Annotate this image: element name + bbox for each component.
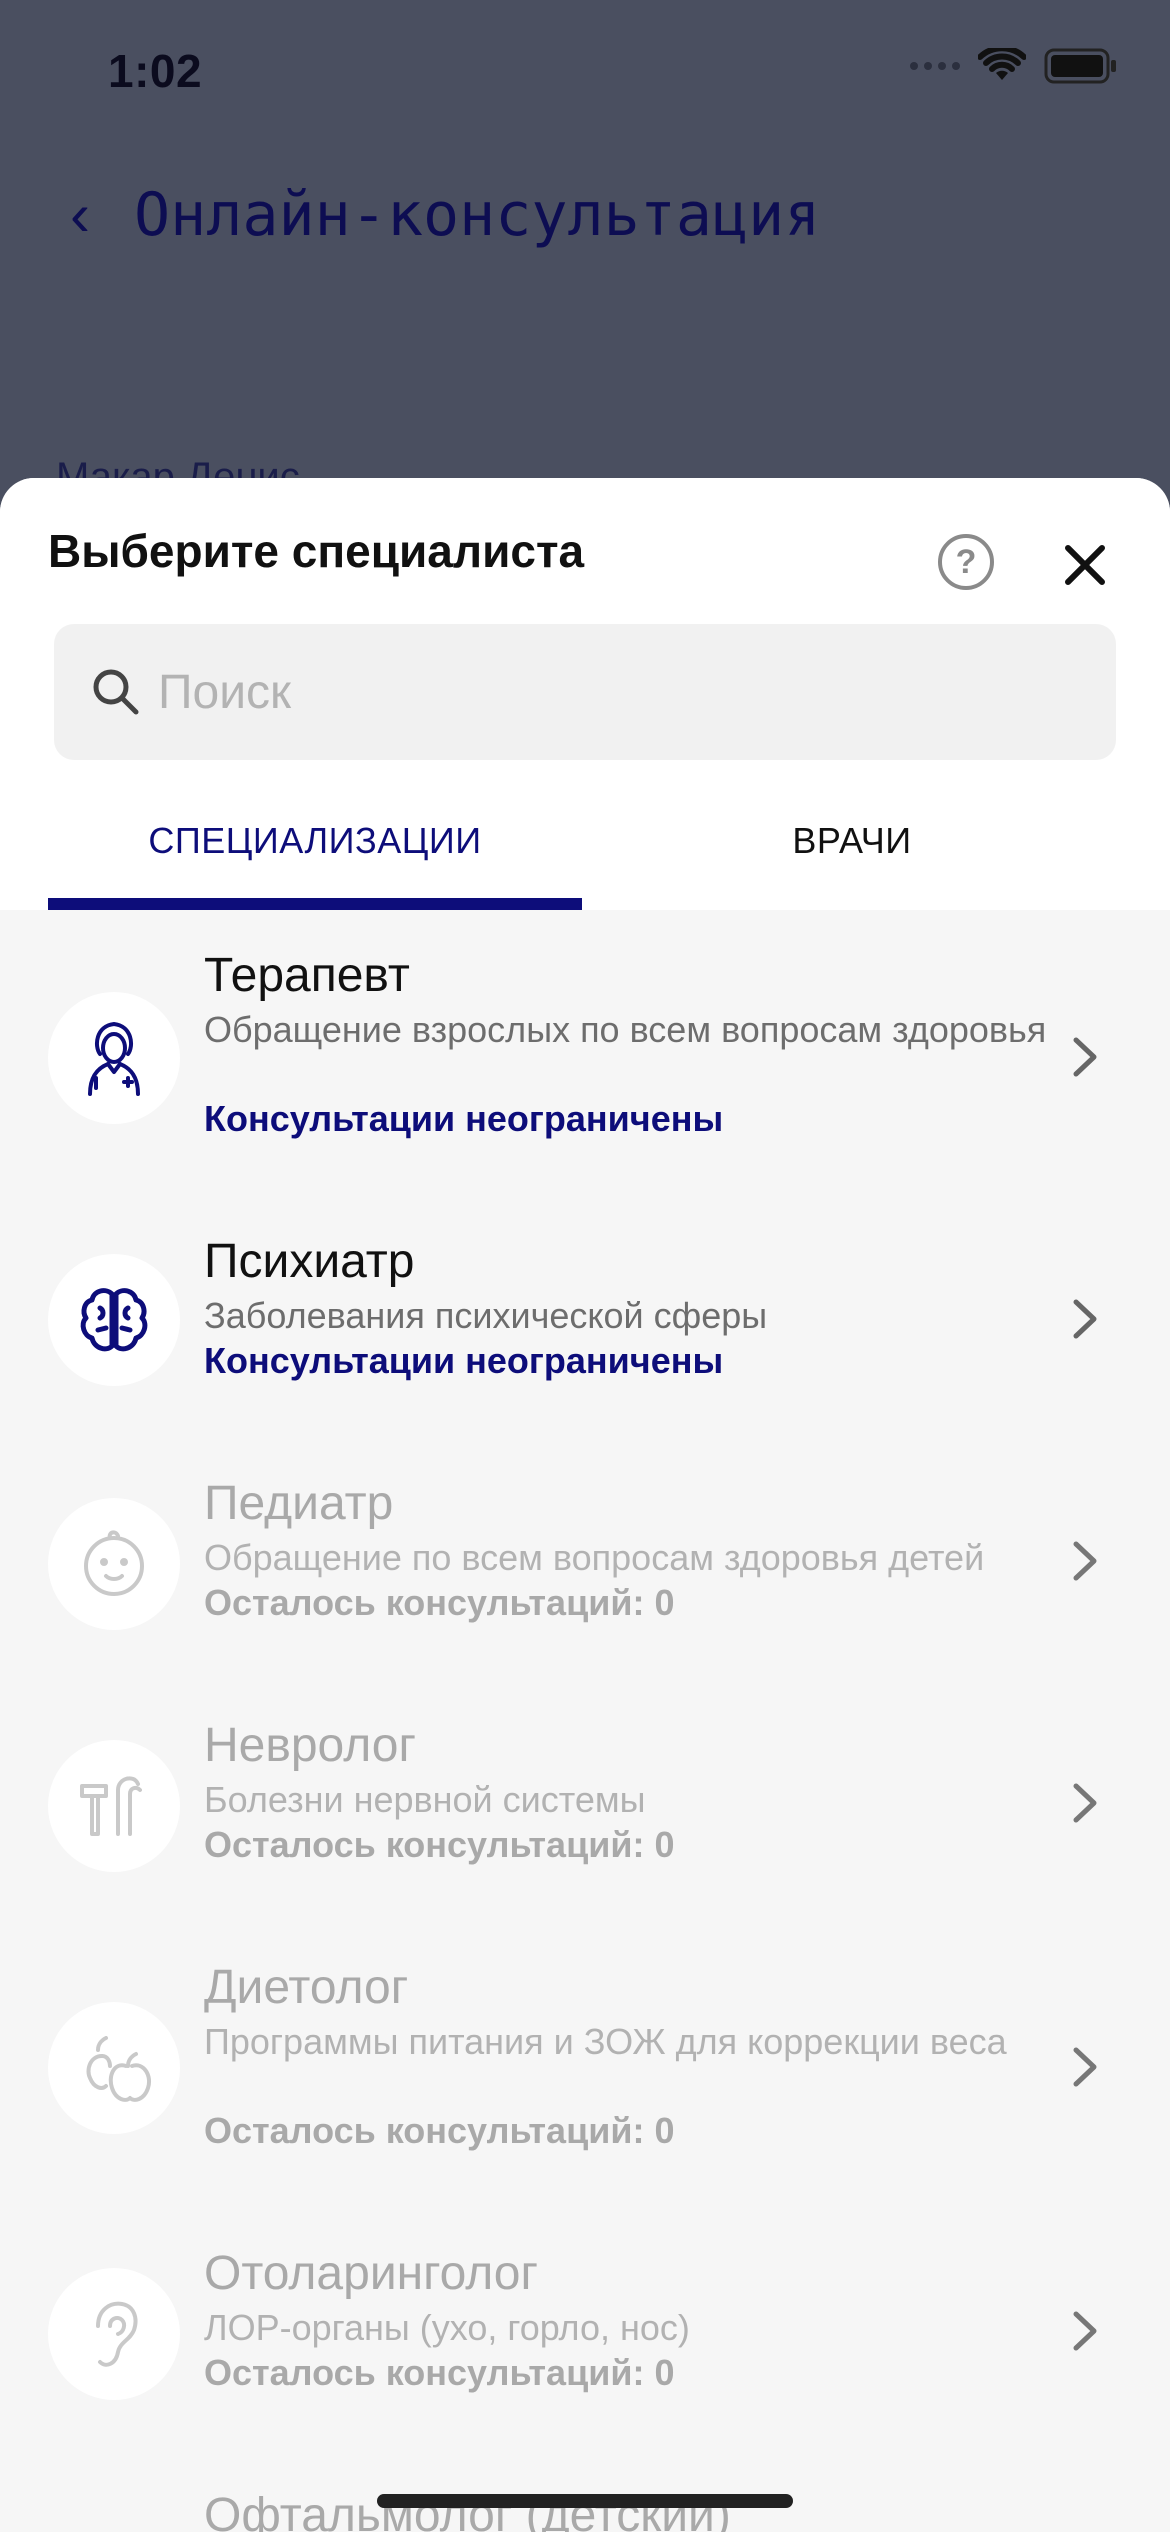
- status-icons: [910, 48, 1118, 84]
- item-name: Отоларинголог: [204, 2247, 538, 2300]
- search-icon: [93, 669, 139, 715]
- baby-face-icon: [48, 1498, 180, 1630]
- chevron-right-icon: [1073, 1541, 1097, 1581]
- home-indicator[interactable]: [377, 2494, 793, 2508]
- search-bar[interactable]: [54, 624, 1116, 760]
- search-input[interactable]: [158, 654, 1058, 730]
- sheet-title: Выберите специалиста: [48, 525, 585, 577]
- sheet-header: Выберите специалиста ? СПЕЦИАЛИЗАЦИИ ВРА…: [0, 478, 1170, 910]
- item-status: Осталось консультаций: 0: [204, 1824, 675, 1865]
- ear-icon: [48, 2268, 180, 2400]
- item-status: Консультации неограничены: [204, 1098, 724, 1139]
- back-icon[interactable]: ‹: [70, 185, 90, 245]
- item-status: Консультации неограничены: [204, 1340, 724, 1381]
- cellular-signal-icon: [910, 62, 960, 70]
- chevron-right-icon: [1073, 2047, 1097, 2087]
- reflex-hammer-icon: [48, 1740, 180, 1872]
- chevron-right-icon: [1073, 1037, 1097, 1077]
- item-description: Обращение по всем вопросам здоровья дете…: [204, 1537, 985, 1578]
- item-name: Педиатр: [204, 1477, 394, 1530]
- item-name: Невролог: [204, 1719, 416, 1772]
- item-status: Осталось консультаций: 0: [204, 2352, 675, 2393]
- list-item-neurologist[interactable]: Невролог Болезни нервной системы Осталос…: [0, 1718, 1170, 1918]
- list-item-psychiatrist[interactable]: Психиатр Заболевания психической сферы К…: [0, 1234, 1170, 1434]
- active-tab-indicator: [48, 898, 582, 910]
- item-description: Болезни нервной системы: [204, 1779, 646, 1820]
- status-time: 1:02: [108, 45, 203, 97]
- help-icon[interactable]: ?: [938, 534, 994, 590]
- chevron-right-icon: [1073, 2311, 1097, 2351]
- item-description: Обращение взрослых по всем вопросам здор…: [204, 1009, 1047, 1050]
- item-description: Заболевания психической сферы: [204, 1295, 768, 1336]
- page-title: Онлайн-консультация: [133, 180, 821, 250]
- list-item-dietitian[interactable]: Диетолог Программы питания и ЗОЖ для кор…: [0, 1960, 1170, 2200]
- doctor-icon: [48, 992, 180, 1124]
- tab-specializations[interactable]: СПЕЦИАЛИЗАЦИИ: [48, 780, 582, 902]
- chevron-right-icon: [1073, 1299, 1097, 1339]
- tabs: СПЕЦИАЛИЗАЦИИ ВРАЧИ: [0, 788, 1170, 910]
- brain-icon: [48, 1254, 180, 1386]
- item-name: Терапевт: [204, 949, 410, 1002]
- apple-pear-icon: [48, 2002, 180, 2134]
- tab-doctors[interactable]: ВРАЧИ: [582, 780, 1122, 902]
- list-item-otolaryngologist[interactable]: Отоларинголог ЛОР-органы (ухо, горло, но…: [0, 2246, 1170, 2446]
- item-description: ЛОР-органы (ухо, горло, нос): [204, 2307, 690, 2348]
- item-status: Осталось консультаций: 0: [204, 1582, 675, 1623]
- list-item-pediatrician[interactable]: Педиатр Обращение по всем вопросам здоро…: [0, 1476, 1170, 1676]
- background-header: ‹ Онлайн-консультация: [70, 180, 820, 250]
- item-name: Психиатр: [204, 1235, 415, 1288]
- battery-icon: [1044, 48, 1116, 84]
- chevron-right-icon: [1073, 1783, 1097, 1823]
- wifi-icon: [978, 48, 1026, 80]
- list-item-therapist[interactable]: Терапевт Обращение взрослых по всем вопр…: [0, 948, 1170, 1188]
- item-status: Осталось консультаций: 0: [204, 2110, 675, 2151]
- item-name: Диетолог: [204, 1961, 409, 2014]
- status-bar: 1:02: [0, 0, 1170, 140]
- item-description: Программы питания и ЗОЖ для коррекции ве…: [204, 2021, 1007, 2062]
- specialist-sheet: Выберите специалиста ? СПЕЦИАЛИЗАЦИИ ВРА…: [0, 478, 1170, 2532]
- close-icon[interactable]: [1058, 538, 1112, 592]
